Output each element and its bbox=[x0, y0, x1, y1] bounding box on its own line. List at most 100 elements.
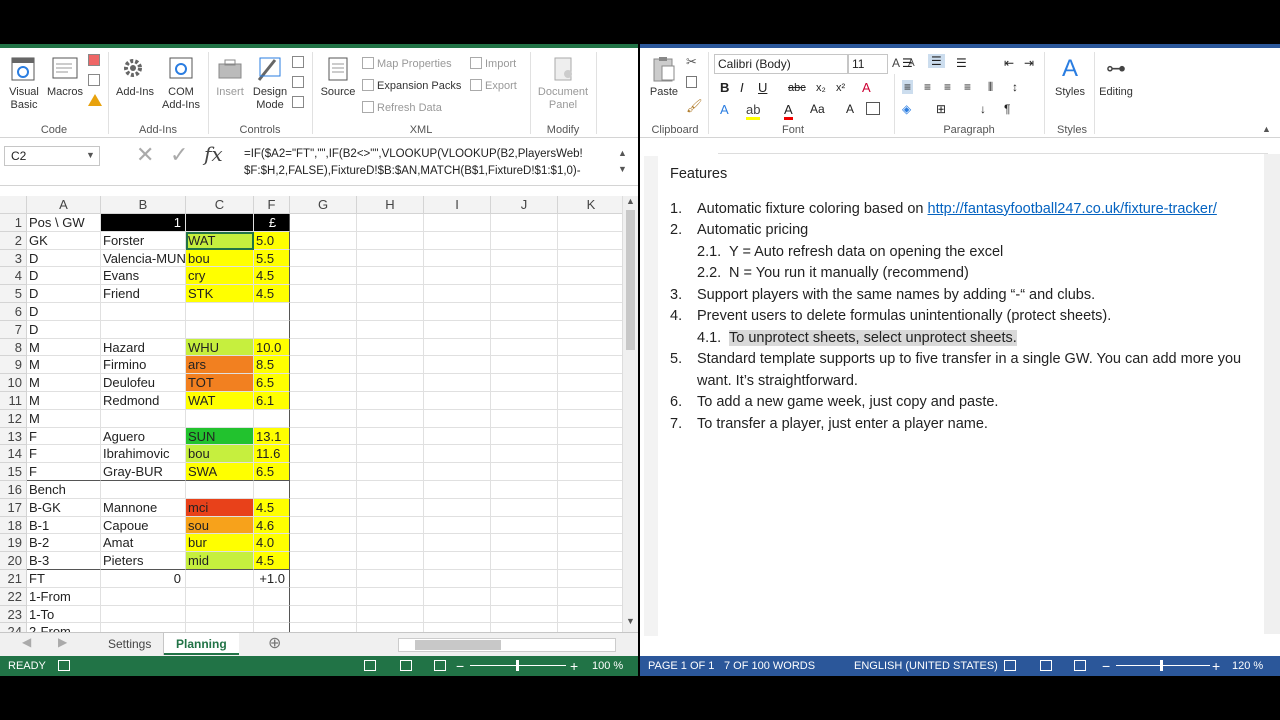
borders-icon[interactable]: ⊞ bbox=[936, 102, 946, 116]
cell-b4[interactable]: Evans bbox=[101, 267, 186, 286]
tab-prev-icon[interactable]: ◀ bbox=[22, 635, 31, 649]
column-header-c[interactable]: C bbox=[186, 196, 254, 214]
cell-j16[interactable] bbox=[491, 481, 558, 499]
relative-refs-icon[interactable] bbox=[88, 74, 100, 86]
cell-i5[interactable] bbox=[424, 285, 491, 303]
font-size-select[interactable]: 11 bbox=[848, 54, 888, 74]
word-zoom-slider-thumb[interactable] bbox=[1160, 660, 1163, 671]
cell-f11[interactable]: 6.1 bbox=[254, 392, 290, 410]
increase-indent-icon[interactable]: ⇥ bbox=[1024, 56, 1034, 70]
cell-a22[interactable]: 1-From bbox=[27, 587, 101, 606]
cell-k22[interactable] bbox=[558, 588, 622, 606]
cell-c23[interactable] bbox=[186, 605, 254, 624]
text-effects-icon[interactable]: A bbox=[720, 102, 729, 117]
cell-g9[interactable] bbox=[290, 356, 357, 375]
cell-c11[interactable]: WAT bbox=[186, 392, 254, 410]
cell-h13[interactable] bbox=[357, 427, 424, 446]
cell-g18[interactable] bbox=[290, 516, 357, 535]
cell-h19[interactable] bbox=[357, 534, 424, 553]
macro-record-icon[interactable] bbox=[58, 660, 70, 671]
cell-k19[interactable] bbox=[558, 534, 622, 553]
cell-i7[interactable] bbox=[424, 320, 491, 339]
underline-icon[interactable]: U bbox=[758, 80, 767, 95]
cell-k17[interactable] bbox=[558, 499, 622, 517]
cell-k16[interactable] bbox=[558, 481, 622, 499]
cell-a17[interactable]: B-GK bbox=[27, 498, 101, 517]
vertical-scrollbar[interactable]: ▲ ▼ bbox=[622, 196, 638, 632]
cell-h4[interactable] bbox=[357, 267, 424, 286]
cell-b7[interactable] bbox=[101, 320, 186, 339]
shading-icon[interactable]: ◈ bbox=[902, 102, 911, 116]
cell-f6[interactable] bbox=[254, 303, 290, 321]
phonetic-icon[interactable]: A bbox=[846, 102, 854, 116]
cell-c10[interactable]: TOT bbox=[186, 374, 254, 392]
cell-k14[interactable] bbox=[558, 445, 622, 464]
align-center-icon[interactable]: ≡ bbox=[924, 80, 931, 94]
cell-h11[interactable] bbox=[357, 392, 424, 410]
read-mode-icon[interactable] bbox=[1004, 660, 1016, 671]
cell-a7[interactable]: D bbox=[27, 320, 101, 339]
cell-f19[interactable]: 4.0 bbox=[254, 534, 290, 553]
language-status[interactable]: ENGLISH (UNITED STATES) bbox=[854, 656, 998, 676]
row-header[interactable]: 14 bbox=[0, 445, 27, 464]
change-case-icon[interactable]: Aa bbox=[810, 102, 825, 116]
row-header[interactable]: 2 bbox=[0, 231, 27, 250]
cell-f1[interactable]: £ bbox=[254, 214, 290, 232]
run-dialog-icon[interactable] bbox=[292, 96, 304, 108]
cell-i8[interactable] bbox=[424, 338, 491, 357]
cell-b23[interactable] bbox=[101, 605, 186, 624]
cell-g17[interactable] bbox=[290, 498, 357, 517]
cell-g12[interactable] bbox=[290, 409, 357, 428]
cell-j5[interactable] bbox=[491, 285, 558, 303]
cell-g3[interactable] bbox=[290, 249, 357, 268]
cell-h7[interactable] bbox=[357, 320, 424, 339]
clear-formatting-icon[interactable]: A bbox=[862, 80, 871, 95]
tab-next-icon[interactable]: ▶ bbox=[58, 635, 67, 649]
cell-g16[interactable] bbox=[290, 481, 357, 499]
multilevel-list-icon[interactable]: ☰ bbox=[956, 56, 967, 70]
cell-i10[interactable] bbox=[424, 374, 491, 392]
cell-i23[interactable] bbox=[424, 605, 491, 624]
column-header-h[interactable]: H bbox=[357, 196, 424, 214]
document-body[interactable]: Features 1. Automatic fixture coloring ba… bbox=[670, 164, 1270, 435]
cell-k21[interactable] bbox=[558, 570, 622, 588]
cell-i13[interactable] bbox=[424, 427, 491, 446]
cell-c3[interactable]: bou bbox=[186, 249, 254, 268]
cell-a5[interactable]: D bbox=[27, 285, 101, 303]
cell-g4[interactable] bbox=[290, 267, 357, 286]
cell-a15[interactable]: F bbox=[27, 463, 101, 481]
row-header[interactable]: 17 bbox=[0, 498, 27, 517]
row-header[interactable]: 16 bbox=[0, 481, 27, 499]
cell-k10[interactable] bbox=[558, 374, 622, 392]
cell-b3[interactable]: Valencia-MUN bbox=[101, 249, 186, 268]
cell-j17[interactable] bbox=[491, 498, 558, 517]
cell-h17[interactable] bbox=[357, 498, 424, 517]
cell-k23[interactable] bbox=[558, 606, 622, 624]
row-header[interactable]: 7 bbox=[0, 320, 27, 339]
cell-b12[interactable] bbox=[101, 409, 186, 428]
cell-i11[interactable] bbox=[424, 392, 491, 410]
cell-j20[interactable] bbox=[491, 552, 558, 570]
cell-g22[interactable] bbox=[290, 587, 357, 606]
fixture-tracker-link[interactable]: http://fantasyfootball247.co.uk/fixture-… bbox=[928, 201, 1217, 217]
view-code-icon[interactable] bbox=[292, 76, 304, 88]
cell-h2[interactable] bbox=[357, 231, 424, 250]
expansion-packs-button[interactable]: Expansion Packs bbox=[362, 78, 461, 94]
bullets-icon[interactable]: ☰ bbox=[902, 56, 913, 70]
cell-f15[interactable]: 6.5 bbox=[254, 463, 290, 481]
row-header[interactable]: 18 bbox=[0, 516, 27, 535]
cell-f14[interactable]: 11.6 bbox=[254, 445, 290, 464]
cell-h9[interactable] bbox=[357, 356, 424, 375]
cell-k4[interactable] bbox=[558, 267, 622, 286]
copy-icon[interactable] bbox=[686, 76, 697, 88]
cell-g1[interactable] bbox=[290, 214, 357, 232]
cell-h14[interactable] bbox=[357, 445, 424, 464]
page-layout-icon[interactable] bbox=[400, 660, 412, 671]
cell-i19[interactable] bbox=[424, 534, 491, 553]
cell-b13[interactable]: Aguero bbox=[101, 427, 186, 446]
add-sheet-icon[interactable]: ⊕ bbox=[268, 633, 281, 653]
column-header-g[interactable]: G bbox=[290, 196, 357, 214]
cell-h21[interactable] bbox=[357, 570, 424, 588]
name-box-dropdown-icon[interactable]: ▼ bbox=[86, 150, 95, 160]
column-header-b[interactable]: B bbox=[101, 196, 186, 214]
